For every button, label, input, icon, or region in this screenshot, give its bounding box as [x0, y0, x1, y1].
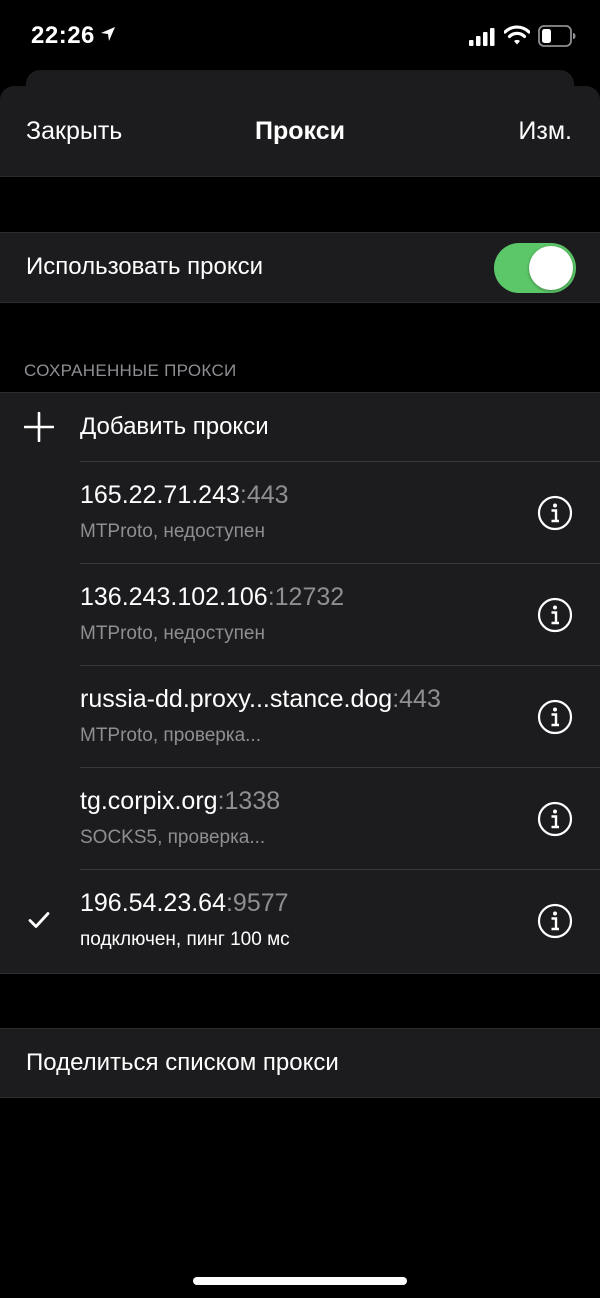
proxy-row[interactable]: 136.243.102.106:12732 MTProto, недоступе… — [0, 563, 600, 665]
navigation-bar: Закрыть Прокси Изм. — [0, 86, 600, 177]
row-separator — [80, 767, 600, 768]
checkmark-icon — [28, 911, 50, 934]
info-icon[interactable] — [537, 699, 573, 740]
add-proxy-button[interactable]: Добавить прокси — [0, 393, 600, 461]
proxy-host: russia-dd.proxy...stance.dog — [80, 685, 393, 713]
proxy-address: russia-dd.proxy...stance.dog:443 — [80, 685, 441, 714]
proxy-row-selected[interactable]: 196.54.23.64:9577 подключен, пинг 100 мс — [0, 869, 600, 971]
proxy-row[interactable]: 165.22.71.243:443 MTProto, недоступен — [0, 461, 600, 563]
proxy-status: MTProto, недоступен — [80, 521, 265, 542]
row-separator — [80, 869, 600, 870]
saved-proxies-list: Добавить прокси 165.22.71.243:443 MTProt… — [0, 392, 600, 974]
wifi-icon — [503, 25, 531, 50]
page-title: Прокси — [255, 117, 345, 145]
proxy-status: подключен, пинг 100 мс — [80, 929, 290, 950]
share-proxy-list-label: Поделиться списком прокси — [26, 1049, 339, 1076]
home-indicator[interactable] — [193, 1277, 407, 1285]
proxy-host: 165.22.71.243 — [80, 481, 240, 509]
add-proxy-label: Добавить прокси — [80, 413, 269, 440]
proxy-row[interactable]: russia-dd.proxy...stance.dog:443 MTProto… — [0, 665, 600, 767]
proxy-port: :9577 — [225, 889, 289, 917]
use-proxy-cell: Использовать прокси — [0, 232, 600, 303]
proxy-port: :1338 — [217, 787, 281, 815]
signal-icon — [469, 28, 495, 51]
proxy-address: tg.corpix.org:1338 — [80, 787, 280, 816]
proxy-status: MTProto, проверка... — [80, 725, 261, 746]
plus-icon — [23, 411, 55, 447]
proxy-host: tg.corpix.org — [80, 787, 218, 815]
info-icon[interactable] — [537, 495, 573, 536]
proxy-settings-sheet: Закрыть Прокси Изм. Использовать прокси … — [0, 86, 600, 1298]
proxy-row[interactable]: tg.corpix.org:1338 SOCKS5, проверка... — [0, 767, 600, 869]
proxy-status: MTProto, недоступен — [80, 623, 265, 644]
proxy-port: :443 — [239, 481, 289, 509]
edit-button[interactable]: Изм. — [518, 117, 572, 146]
info-icon[interactable] — [537, 801, 573, 842]
proxy-port: :443 — [392, 685, 441, 713]
status-bar: 22:26 — [0, 0, 600, 72]
proxy-port: :12732 — [267, 583, 345, 611]
proxy-address: 136.243.102.106:12732 — [80, 583, 344, 612]
info-icon[interactable] — [537, 597, 573, 638]
use-proxy-toggle[interactable] — [494, 243, 576, 293]
info-icon[interactable] — [537, 903, 573, 944]
proxy-status: SOCKS5, проверка... — [80, 827, 266, 848]
row-separator — [80, 461, 600, 462]
proxy-host: 196.54.23.64 — [80, 889, 226, 917]
section-header-saved-proxies: СОХРАНЕННЫЕ ПРОКСИ — [24, 361, 237, 380]
proxy-host: 136.243.102.106 — [80, 583, 268, 611]
row-separator — [80, 563, 600, 564]
proxy-address: 165.22.71.243:443 — [80, 481, 289, 510]
toggle-knob — [529, 246, 573, 290]
battery-icon — [538, 25, 576, 52]
status-time: 22:26 — [31, 22, 95, 49]
use-proxy-label: Использовать прокси — [26, 253, 263, 280]
share-proxy-list-button[interactable]: Поделиться списком прокси — [0, 1028, 600, 1098]
row-separator — [80, 665, 600, 666]
proxy-address: 196.54.23.64:9577 — [80, 889, 289, 918]
location-arrow-icon — [100, 26, 116, 47]
